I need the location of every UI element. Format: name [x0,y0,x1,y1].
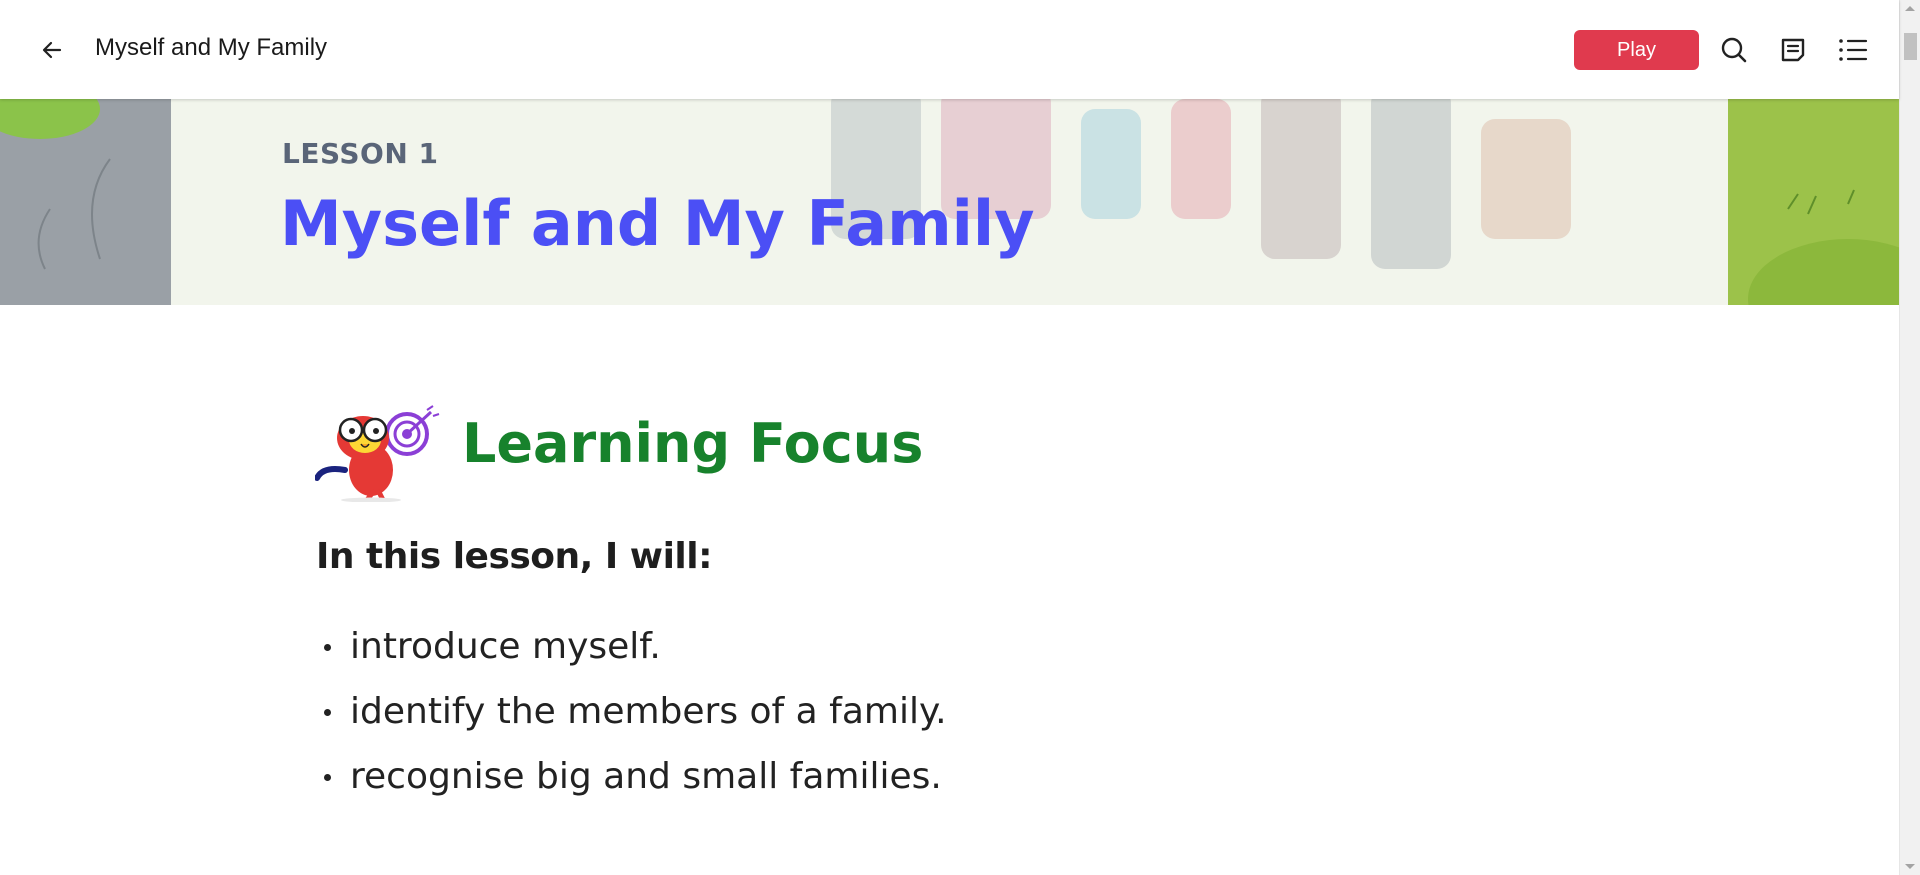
list-icon [1839,39,1868,61]
learning-focus-heading: Learning Focus [462,412,924,475]
scroll-up-arrow-icon[interactable] [1905,6,1915,11]
lesson-title: Myself and My Family [280,187,1035,260]
search-button[interactable] [1716,32,1752,68]
search-icon [1721,37,1747,63]
lesson-banner: LESSON 1 Myself and My Family [0,99,1899,305]
list-item: recognise big and small families. [316,750,947,815]
parrot-with-target-icon [315,405,440,502]
vertical-scrollbar[interactable] [1899,0,1920,875]
list-item-text: identify the members of a family. [350,691,947,732]
list-item: identify the members of a family. [316,685,947,750]
play-button[interactable]: Play [1574,30,1699,70]
bullet-icon [324,644,331,651]
list-item-text: introduce myself. [350,626,661,667]
note-icon [1781,38,1805,62]
scroll-thumb[interactable] [1904,33,1917,60]
learning-focus-intro: In this lesson, I will: [316,536,712,577]
banner-right-illustration [1728,99,1899,305]
contents-button[interactable] [1835,32,1871,68]
top-bar: Myself and My Family Play [0,0,1899,99]
back-button[interactable] [34,32,70,68]
bullet-icon [324,774,331,781]
app-title: Myself and My Family [95,34,328,61]
notes-button[interactable] [1775,32,1811,68]
learning-objectives-list: introduce myself. identify the members o… [316,620,947,815]
scroll-down-arrow-icon[interactable] [1905,864,1915,869]
list-item-text: recognise big and small families. [350,756,942,797]
bullet-icon [324,709,331,716]
list-item: introduce myself. [316,620,947,685]
arrow-left-icon [42,41,62,59]
banner-left-illustration [0,99,171,305]
lesson-number-label: LESSON 1 [282,137,439,170]
